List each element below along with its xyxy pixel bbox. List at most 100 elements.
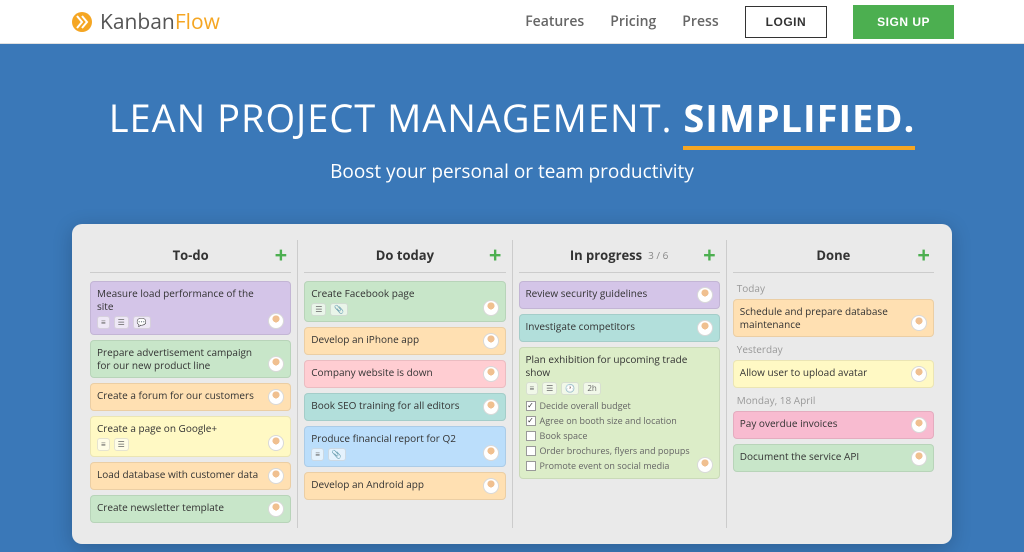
task-card[interactable]: Develop an iPhone app xyxy=(304,327,505,355)
task-card[interactable]: Create newsletter template xyxy=(90,495,291,523)
subtask[interactable]: Order brochures, flyers and popups xyxy=(526,443,693,458)
card-title: Prepare advertisement campaign for our n… xyxy=(97,346,264,372)
avatar xyxy=(911,315,927,331)
column-title: Done xyxy=(816,246,850,264)
card-meta: ≡☰🕐2h xyxy=(526,382,693,395)
logo-text-2: Flow xyxy=(175,8,220,36)
meta-badge: ☰ xyxy=(311,303,326,316)
column: Done + Today Schedule and prepare database … xyxy=(727,240,940,528)
task-card[interactable]: Investigate competitors xyxy=(519,314,720,342)
checkbox-icon[interactable] xyxy=(526,446,536,456)
signup-button[interactable]: SIGN UP xyxy=(853,5,954,39)
card-meta: ≡☰ xyxy=(97,438,264,451)
hero: LEAN PROJECT MANAGEMENT. SIMPLIFIED. Boo… xyxy=(0,44,1024,552)
meta-badge: 2h xyxy=(583,382,600,395)
task-card[interactable]: Book SEO training for all editors xyxy=(304,393,505,421)
avatar xyxy=(268,435,284,451)
card-title: Measure load performance of the site xyxy=(97,287,264,313)
checkbox-icon[interactable] xyxy=(526,431,536,441)
avatar xyxy=(911,366,927,382)
avatar xyxy=(268,356,284,372)
task-card[interactable]: Create Facebook page ☰ 📎 xyxy=(304,281,505,322)
checkbox-icon[interactable] xyxy=(526,416,536,426)
subtask[interactable]: Promote event on social media xyxy=(526,458,693,473)
task-card[interactable]: Company website is down xyxy=(304,360,505,388)
subtask[interactable]: Agree on booth size and location xyxy=(526,413,693,428)
subtask[interactable]: Decide overall budget xyxy=(526,398,693,413)
nav-pricing[interactable]: Pricing xyxy=(610,12,656,31)
date-label: Today xyxy=(737,281,934,295)
logo[interactable]: KanbanFlow xyxy=(70,8,220,36)
column-header: In progress3 / 6+ xyxy=(519,240,720,273)
nav-press[interactable]: Press xyxy=(682,12,718,31)
avatar xyxy=(697,287,713,303)
date-label: Yesterday xyxy=(737,342,934,356)
checkbox-icon[interactable] xyxy=(526,401,536,411)
hero-title: LEAN PROJECT MANAGEMENT. SIMPLIFIED. xyxy=(0,92,1024,144)
task-card[interactable]: Plan exhibition for upcoming trade show ≡… xyxy=(519,347,720,479)
hero-title-pre: LEAN PROJECT MANAGEMENT. xyxy=(109,92,684,144)
add-card-button[interactable]: + xyxy=(703,240,716,270)
card-title: Create Facebook page xyxy=(311,287,478,300)
card-title: Develop an iPhone app xyxy=(311,333,478,346)
meta-badge: ☰ xyxy=(114,316,129,329)
task-card[interactable]: Review security guidelines xyxy=(519,281,720,309)
subtask-label: Decide overall budget xyxy=(540,399,631,412)
avatar xyxy=(483,300,499,316)
kanban-board: To-do+ Measure load performance of the si… xyxy=(72,224,952,544)
column-header: To-do+ xyxy=(90,240,291,273)
logo-icon xyxy=(70,10,94,34)
column: In progress3 / 6+Review security guideli… xyxy=(513,240,727,528)
subtask[interactable]: Book space xyxy=(526,428,693,443)
task-card[interactable]: Create a page on Google+≡☰ xyxy=(90,416,291,457)
task-card[interactable]: Schedule and prepare database maintenanc… xyxy=(733,299,934,337)
meta-badge: ≡ xyxy=(97,316,110,329)
card-title: Create newsletter template xyxy=(97,501,264,514)
card-title: Load database with customer data xyxy=(97,468,264,481)
avatar xyxy=(268,389,284,405)
date-label: Monday, 18 April xyxy=(737,393,934,407)
avatar xyxy=(483,333,499,349)
task-card[interactable]: Develop an Android app xyxy=(304,472,505,500)
meta-badge: 📎 xyxy=(330,303,348,316)
add-card-button[interactable]: + xyxy=(917,240,930,270)
card-title: Company website is down xyxy=(311,366,478,379)
task-card[interactable]: Pay overdue invoices xyxy=(733,411,934,439)
avatar xyxy=(483,399,499,415)
meta-badge: ≡ xyxy=(526,382,539,395)
task-card[interactable]: Create a forum for our customers xyxy=(90,383,291,411)
card-meta: ≡📎 xyxy=(311,448,478,461)
avatar xyxy=(697,320,713,336)
avatar xyxy=(483,478,499,494)
task-card[interactable]: Allow user to upload avatar xyxy=(733,360,934,388)
subtask-label: Agree on booth size and location xyxy=(540,414,677,427)
column-title: Do today xyxy=(376,246,434,264)
task-card[interactable]: Measure load performance of the site ≡ ☰ 💬 xyxy=(90,281,291,335)
card-title: Develop an Android app xyxy=(311,478,478,491)
add-card-button[interactable]: + xyxy=(489,240,502,270)
nav-features[interactable]: Features xyxy=(525,12,584,31)
task-card[interactable]: Produce financial report for Q2≡📎 xyxy=(304,426,505,467)
meta-badge: ≡ xyxy=(97,438,110,451)
meta-badge: 💬 xyxy=(133,316,151,329)
checkbox-icon[interactable] xyxy=(526,461,536,471)
column: Do today + Create Facebook page ☰ 📎 Develop a… xyxy=(298,240,512,528)
subtask-label: Order brochures, flyers and popups xyxy=(540,444,690,457)
task-card[interactable]: Document the service API xyxy=(733,444,934,472)
card-title: Allow user to upload avatar xyxy=(740,366,907,379)
meta-badge: ☰ xyxy=(114,438,129,451)
task-card[interactable]: Prepare advertisement campaign for our n… xyxy=(90,340,291,378)
add-card-button[interactable]: + xyxy=(275,240,288,270)
card-title: Pay overdue invoices xyxy=(740,417,907,430)
task-card[interactable]: Load database with customer data xyxy=(90,462,291,490)
card-meta: ≡ ☰ 💬 xyxy=(97,316,264,329)
login-button[interactable]: LOGIN xyxy=(745,6,828,38)
column-count: 3 / 6 xyxy=(648,248,668,262)
hero-subtitle: Boost your personal or team productivity xyxy=(0,158,1024,184)
column-header: Done + xyxy=(733,240,934,273)
meta-badge: 📎 xyxy=(328,448,346,461)
logo-text-1: Kanban xyxy=(100,8,175,36)
card-title: Book SEO training for all editors xyxy=(311,399,478,412)
top-nav: KanbanFlow Features Pricing Press LOGIN … xyxy=(0,0,1024,44)
card-title: Plan exhibition for upcoming trade show xyxy=(526,353,693,379)
